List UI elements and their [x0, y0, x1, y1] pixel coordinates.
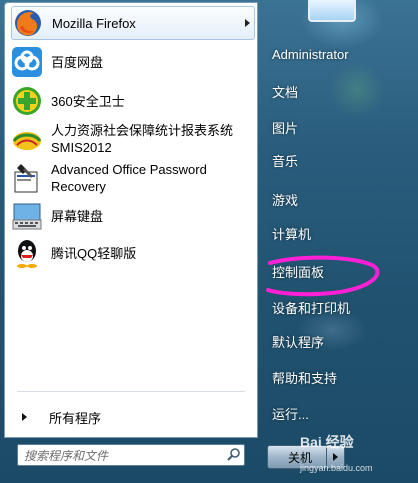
link-computer[interactable]: 计算机: [272, 224, 311, 243]
link-devices-printers[interactable]: 设备和打印机: [272, 298, 350, 317]
start-menu: Mozilla Firefox 百度网盘 360安全卫士 人力资源社会保障统计报…: [0, 0, 418, 483]
search-area: 搜索程序和文件: [4, 438, 258, 483]
program-label: 百度网盘: [51, 54, 104, 70]
program-label: Mozilla Firefox: [52, 15, 136, 31]
qq-icon: [11, 237, 43, 269]
program-firefox[interactable]: Mozilla Firefox: [11, 6, 255, 40]
link-help-support[interactable]: 帮助和支持: [272, 368, 337, 387]
program-baidu-netdisk[interactable]: 百度网盘: [11, 44, 255, 80]
program-label-line2: Recovery: [51, 179, 106, 194]
program-label-line1: 人力资源社会保障统计报表系统: [51, 123, 234, 138]
baidu-netdisk-icon: [11, 46, 43, 78]
link-documents[interactable]: 文档: [272, 82, 298, 101]
program-label-line1: Advanced Office Password: [51, 162, 207, 177]
link-games[interactable]: 游戏: [272, 190, 298, 209]
link-pictures[interactable]: 图片: [272, 118, 298, 137]
program-onscreen-keyboard[interactable]: 屏幕键盘: [11, 199, 255, 233]
360-security-icon: [11, 85, 43, 117]
link-music[interactable]: 音乐: [272, 151, 298, 170]
search-input[interactable]: 搜索程序和文件: [17, 444, 245, 466]
all-programs-label: 所有程序: [49, 410, 102, 426]
program-label: 360安全卫士: [51, 93, 125, 109]
program-label: 腾讯QQ轻聊版: [51, 245, 137, 261]
link-administrator[interactable]: Administrator: [272, 47, 349, 62]
keyboard-icon: [11, 200, 43, 232]
search-placeholder: 搜索程序和文件: [24, 448, 109, 463]
watermark-url: jingyan.baidu.com: [300, 463, 373, 473]
divider: [17, 391, 245, 392]
submenu-arrow-icon[interactable]: [245, 19, 250, 27]
user-picture[interactable]: [308, 0, 356, 22]
program-label-line2: SMIS2012: [51, 140, 112, 155]
watermark-brand: Bai 经验: [300, 434, 354, 450]
all-programs-button[interactable]: 所有程序: [17, 405, 247, 429]
firefox-icon: [12, 7, 44, 39]
program-password-recovery[interactable]: Advanced Office Password Recovery: [11, 159, 255, 197]
program-360-security[interactable]: 360安全卫士: [11, 83, 255, 119]
link-run[interactable]: 运行...: [272, 404, 309, 423]
password-recovery-icon: [11, 162, 43, 194]
program-smis[interactable]: 人力资源社会保障统计报表系统 SMIS2012: [11, 120, 255, 158]
smis-icon: [11, 123, 43, 155]
link-default-programs[interactable]: 默认程序: [272, 332, 324, 351]
program-label: 屏幕键盘: [51, 208, 104, 224]
programs-pane: Mozilla Firefox 百度网盘 360安全卫士 人力资源社会保障统计报…: [4, 2, 258, 438]
program-qq[interactable]: 腾讯QQ轻聊版: [11, 235, 255, 271]
search-icon[interactable]: [226, 447, 242, 463]
expand-arrow-icon: [22, 413, 27, 421]
link-control-panel[interactable]: 控制面板: [272, 262, 324, 281]
